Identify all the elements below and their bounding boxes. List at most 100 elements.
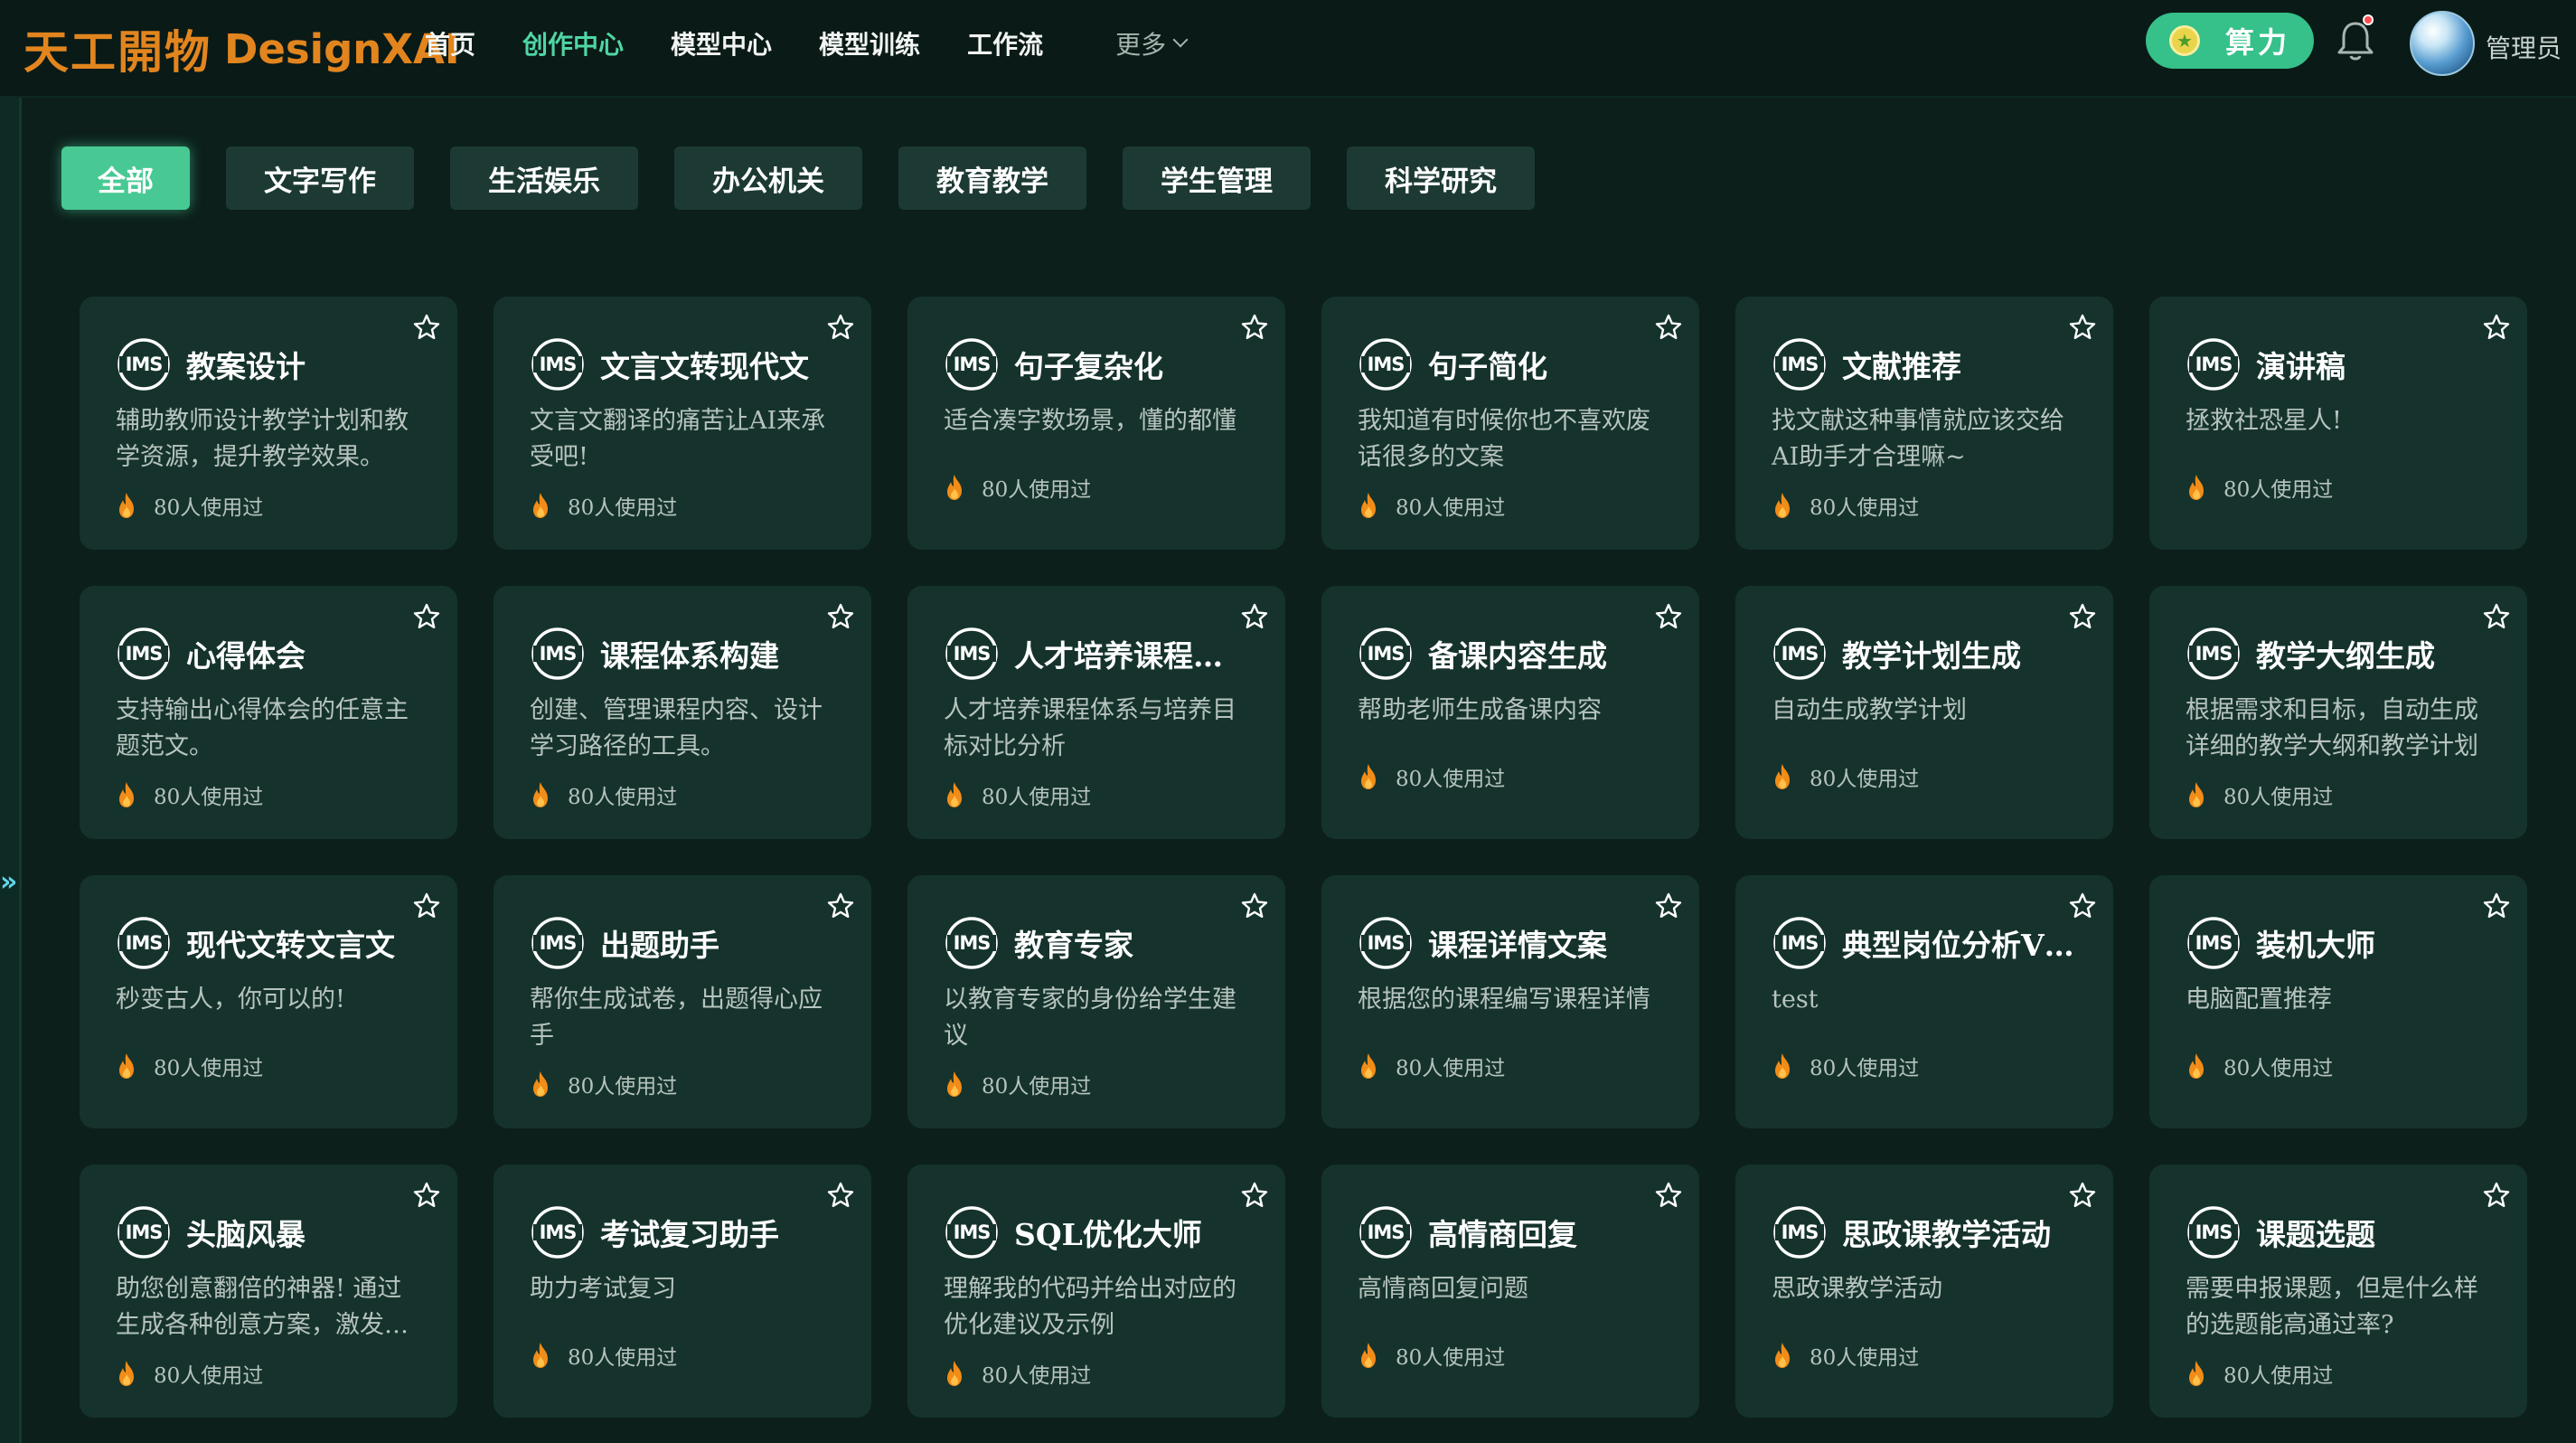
nav-item-model-training[interactable]: 模型训练	[819, 25, 920, 61]
svg-text:IMS: IMS	[126, 1221, 163, 1243]
star-outline-icon[interactable]	[826, 602, 855, 631]
app-card[interactable]: IMS 考试复习助手 助力考试复习 80人使用过	[494, 1165, 871, 1418]
app-card[interactable]: IMS 备课内容生成 帮助老师生成备课内容 80人使用过	[1321, 586, 1699, 839]
star-outline-icon[interactable]	[2068, 891, 2097, 920]
svg-text:IMS: IMS	[954, 1221, 991, 1243]
card-header: IMS 课题选题	[2186, 1201, 2491, 1264]
star-outline-icon[interactable]	[826, 891, 855, 920]
filter-all[interactable]: 全部	[61, 146, 190, 210]
filter-life-entertainment[interactable]: 生活娱乐	[450, 146, 638, 210]
app-card[interactable]: IMS 现代文转文言文 秒变古人，你可以的! 80人使用过	[80, 875, 457, 1128]
flame-icon	[1775, 493, 1790, 518]
app-card[interactable]: IMS 文言文转现代文 文言文翻译的痛苦让AI来承受吧! 80人使用过	[494, 297, 871, 550]
app-card[interactable]: IMS 出题助手 帮你生成试卷，出题得心应手 80人使用过	[494, 875, 871, 1128]
usage-count: 80人使用过	[154, 496, 264, 520]
star-outline-icon[interactable]	[1240, 891, 1269, 920]
svg-text:IMS: IMS	[1368, 354, 1405, 375]
star-outline-icon[interactable]	[2482, 891, 2511, 920]
star-outline-icon[interactable]	[412, 1181, 441, 1210]
star-outline-icon[interactable]	[412, 602, 441, 631]
star-outline-icon[interactable]	[1240, 313, 1269, 342]
card-description: 帮你生成试卷，出题得心应手	[530, 986, 823, 1050]
star-outline-icon[interactable]	[2068, 1181, 2097, 1210]
nav-item-workflow[interactable]: 工作流	[967, 25, 1043, 61]
usage-count: 80人使用过	[2223, 786, 2334, 809]
card-description: 文言文翻译的痛苦让AI来承受吧!	[530, 407, 826, 471]
card-header: IMS 文献推荐	[1772, 333, 2077, 396]
app-card[interactable]: IMS 高情商回复 高情商回复问题 80人使用过	[1321, 1165, 1699, 1418]
star-outline-icon[interactable]	[412, 891, 441, 920]
card-header: IMS 教案设计	[116, 333, 421, 396]
usage-count: 80人使用过	[982, 1364, 1092, 1388]
star-outline-icon[interactable]	[1654, 1181, 1683, 1210]
avatar[interactable]	[2410, 11, 2475, 76]
filter-office[interactable]: 办公机关	[674, 146, 862, 210]
app-card[interactable]: IMS 人才培养课程体系与培养目标对比分析 人才培养课程体系与培养目标对比分析 …	[907, 586, 1285, 839]
ims-logo-icon: IMS	[2187, 338, 2240, 391]
card-usage: 80人使用过	[2186, 1051, 2333, 1081]
star-outline-icon[interactable]	[1654, 891, 1683, 920]
card-usage: 80人使用过	[1772, 490, 1919, 521]
svg-text:IMS: IMS	[1368, 643, 1405, 665]
brand-logo[interactable]: 天工開物 DesignXAI	[24, 14, 460, 83]
star-outline-icon[interactable]	[2482, 1181, 2511, 1210]
svg-text:IMS: IMS	[1782, 1221, 1819, 1243]
star-outline-icon[interactable]	[1654, 313, 1683, 342]
filter-writing[interactable]: 文字写作	[226, 146, 414, 210]
star-outline-icon[interactable]	[826, 1181, 855, 1210]
nav-more-dropdown[interactable]: 更多	[1115, 25, 1189, 61]
app-card[interactable]: IMS 头脑风暴 助您创意翻倍的神器! 通过生成各种创意方案，激发灵感 80人使…	[80, 1165, 457, 1418]
ims-logo-icon: IMS	[1359, 1206, 1412, 1259]
nav-item-creation-center[interactable]: 创作中心	[522, 25, 624, 61]
compute-power-button[interactable]: ★ 算力	[2146, 13, 2314, 69]
app-card[interactable]: IMS 心得体会 支持输出心得体会的任意主题范文。 80人使用过	[80, 586, 457, 839]
star-outline-icon[interactable]	[2068, 313, 2097, 342]
ims-logo-icon: IMS	[1773, 917, 1826, 969]
star-outline-icon[interactable]	[1240, 602, 1269, 631]
card-usage: 80人使用过	[944, 472, 1091, 503]
main-nav: 首页 创作中心 模型中心 模型训练 工作流 更多	[425, 0, 1233, 87]
usage-count: 80人使用过	[568, 496, 678, 520]
card-header: IMS 心得体会	[116, 622, 421, 685]
app-card[interactable]: IMS 教育专家 以教育专家的身份给学生建议 80人使用过	[907, 875, 1285, 1128]
card-description: 自动生成教学计划	[1772, 696, 1967, 724]
usage-count: 80人使用过	[1396, 768, 1506, 791]
star-outline-icon[interactable]	[1654, 602, 1683, 631]
card-usage: 80人使用过	[2186, 472, 2333, 503]
app-card[interactable]: IMS 课程体系构建 创建、管理课程内容、设计学习路径的工具。 80人使用过	[494, 586, 871, 839]
app-card[interactable]: IMS 教学计划生成 自动生成教学计划 80人使用过	[1735, 586, 2113, 839]
star-outline-icon[interactable]	[2482, 602, 2511, 631]
app-card[interactable]: IMS 句子简化 我知道有时候你也不喜欢废话很多的文案 80人使用过	[1321, 297, 1699, 550]
app-card[interactable]: IMS 课程详情文案 根据您的课程编写课程详情 80人使用过	[1321, 875, 1699, 1128]
app-card[interactable]: IMS 装机大师 电脑配置推荐 80人使用过	[2149, 875, 2527, 1128]
app-card[interactable]: IMS 文献推荐 找文献这种事情就应该交给AI助手才合理嘛~ 80人使用过	[1735, 297, 2113, 550]
card-header: IMS 现代文转文言文	[116, 911, 421, 975]
app-card[interactable]: IMS 典型岗位分析V4.0 test 80人使用过	[1735, 875, 2113, 1128]
app-card[interactable]: IMS 教案设计 辅助教师设计教学计划和教学资源，提升教学效果。 80人使用过	[80, 297, 457, 550]
card-title: 考试复习助手	[600, 1217, 779, 1252]
app-card[interactable]: IMS 教学大纲生成 根据需求和目标，自动生成详细的教学大纲和教学计划 80人使…	[2149, 586, 2527, 839]
star-outline-icon[interactable]	[2482, 313, 2511, 342]
svg-text:IMS: IMS	[1782, 643, 1819, 665]
nav-item-home[interactable]: 首页	[425, 25, 475, 61]
user-role-label[interactable]: 管理员	[2486, 29, 2562, 65]
card-usage: 80人使用过	[530, 1340, 677, 1371]
nav-item-model-center[interactable]: 模型中心	[671, 25, 772, 61]
app-card[interactable]: IMS 课题选题 需要申报课题，但是什么样的选题能高通过率? 80人使用过	[2149, 1165, 2527, 1418]
star-outline-icon[interactable]	[412, 313, 441, 342]
app-card[interactable]: IMS SQL优化大师 理解我的代码并给出对应的优化建议及示例 80人使用过	[907, 1165, 1285, 1418]
svg-text:IMS: IMS	[2195, 932, 2233, 954]
app-card[interactable]: IMS 句子复杂化 适合凑字数场景，懂的都懂 80人使用过	[907, 297, 1285, 550]
filter-science-research[interactable]: 科学研究	[1347, 146, 1535, 210]
card-header: IMS 典型岗位分析V4.0	[1772, 911, 2077, 975]
star-outline-icon[interactable]	[826, 313, 855, 342]
notification-button[interactable]	[2336, 14, 2375, 63]
app-card[interactable]: IMS 思政课教学活动 思政课教学活动 80人使用过	[1735, 1165, 2113, 1418]
double-chevron-right-icon[interactable]: »	[0, 866, 17, 898]
filter-education[interactable]: 教育教学	[898, 146, 1086, 210]
star-outline-icon[interactable]	[1240, 1181, 1269, 1210]
filter-student-management[interactable]: 学生管理	[1123, 146, 1311, 210]
usage-count: 80人使用过	[1396, 1346, 1506, 1370]
star-outline-icon[interactable]	[2068, 602, 2097, 631]
app-card[interactable]: IMS 演讲稿 拯救社恐星人! 80人使用过	[2149, 297, 2527, 550]
